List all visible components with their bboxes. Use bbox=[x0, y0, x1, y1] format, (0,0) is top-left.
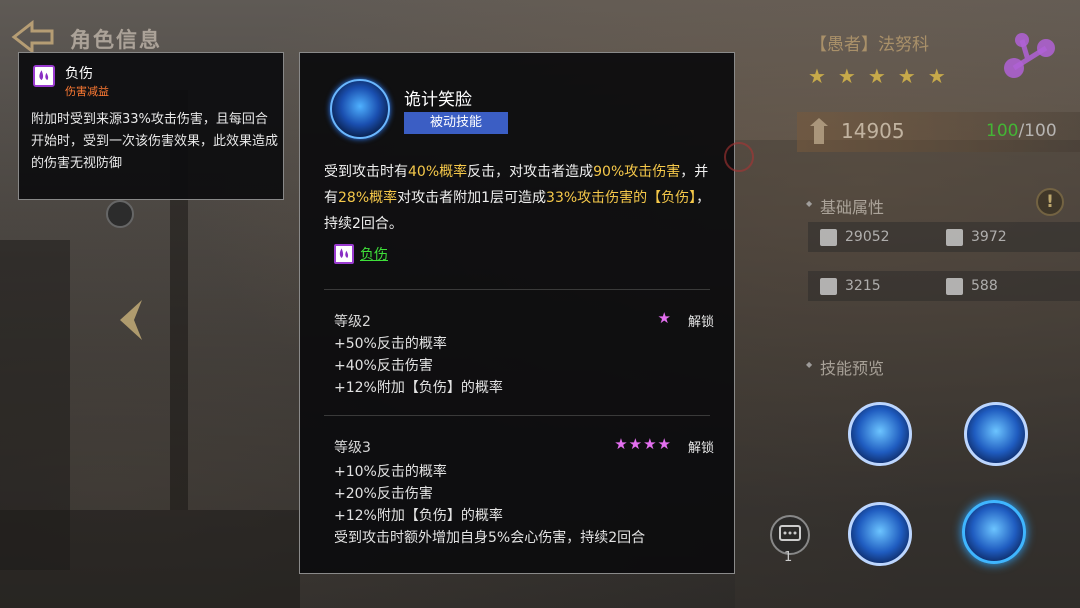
target-icon bbox=[724, 142, 754, 172]
back-arrow-icon[interactable] bbox=[10, 20, 56, 54]
page-title: 角色信息 bbox=[70, 28, 162, 52]
skill-preview-title: 技能预览 bbox=[806, 355, 884, 379]
tooltip-description: 附加时受到来源33%攻击伤害，且每回合开始时，受到一次该伤害效果，此效果造成的伤… bbox=[31, 112, 279, 171]
wound-link-label[interactable]: 负伤 bbox=[360, 244, 388, 264]
stat-attack: 3972 bbox=[946, 225, 1007, 249]
basic-attributes-title: 基础属性 bbox=[806, 194, 884, 218]
skill-1-button[interactable] bbox=[848, 402, 912, 466]
stat-defense: 3215 bbox=[820, 274, 881, 298]
tricky-smile-skill-icon bbox=[330, 79, 390, 139]
stat-speed: 588 bbox=[946, 274, 998, 298]
level-3-stars: ★★★★ bbox=[614, 435, 672, 453]
skill-3-button[interactable] bbox=[848, 502, 912, 566]
chat-count: 1 bbox=[784, 550, 793, 565]
tooltip-title: 负伤 bbox=[65, 66, 93, 82]
level-3-bonuses: +10%反击的概率 +20%反击伤害 +12%附加【负伤】的概率 受到攻击时额外… bbox=[334, 464, 646, 546]
divider bbox=[324, 289, 710, 290]
previous-arrow-icon[interactable] bbox=[112, 296, 152, 344]
level-2-title: 等级2 bbox=[334, 314, 371, 330]
combat-power-value: 14905 bbox=[841, 119, 905, 143]
level-2-stars: ★ bbox=[657, 309, 672, 327]
class-emblem-icon bbox=[1004, 33, 1055, 78]
chat-button[interactable] bbox=[770, 515, 810, 555]
shield-icon bbox=[820, 277, 837, 295]
level-3-unlock-label: 解锁 bbox=[687, 441, 714, 456]
chat-bubble-icon bbox=[779, 525, 801, 541]
heart-icon bbox=[820, 228, 837, 246]
stamina-value: 100/100 bbox=[986, 121, 1057, 141]
background-ground bbox=[0, 510, 300, 608]
skill-4-button-selected[interactable] bbox=[962, 500, 1026, 564]
level-3-title: 等级3 bbox=[334, 440, 371, 456]
divider bbox=[324, 415, 710, 416]
debuff-tooltip: 负伤 伤害减益 附加时受到来源33%攻击伤害，且每回合开始时，受到一次该伤害效果… bbox=[18, 52, 284, 200]
level-2-bonuses: +50%反击的概率 +40%反击伤害 +12%附加【负伤】的概率 bbox=[334, 336, 503, 396]
stat-hp: 29052 bbox=[820, 225, 890, 249]
wound-debuff-icon bbox=[33, 65, 55, 87]
skill-2-button[interactable] bbox=[964, 402, 1028, 466]
sword-icon bbox=[946, 228, 963, 246]
hero-star-rating: ★★★★★ bbox=[808, 64, 958, 88]
speed-icon bbox=[946, 277, 963, 295]
skill-description: 受到攻击时有40%概率反击，对攻击者造成90%攻击伤害，并有28%概率对攻击者附… bbox=[324, 164, 711, 232]
wound-debuff-icon bbox=[334, 244, 354, 264]
hero-name: 【愚者】法努科 bbox=[810, 35, 929, 55]
combat-power-icon bbox=[810, 118, 828, 144]
weapon-badge-icon[interactable] bbox=[106, 200, 134, 228]
level-2-unlock-label: 解锁 bbox=[687, 315, 714, 330]
info-alert-icon[interactable]: ! bbox=[1036, 188, 1064, 216]
tooltip-subtitle: 伤害减益 bbox=[65, 85, 109, 98]
skill-name: 诡计笑脸 bbox=[404, 90, 472, 110]
skill-type-badge: 被动技能 bbox=[404, 112, 508, 134]
skill-detail-panel: 诡计笑脸 被动技能 受到攻击时有40%概率反击，对攻击者造成90%攻击伤害，并有… bbox=[299, 52, 735, 574]
wound-buff-link[interactable]: 负伤 bbox=[334, 243, 388, 265]
